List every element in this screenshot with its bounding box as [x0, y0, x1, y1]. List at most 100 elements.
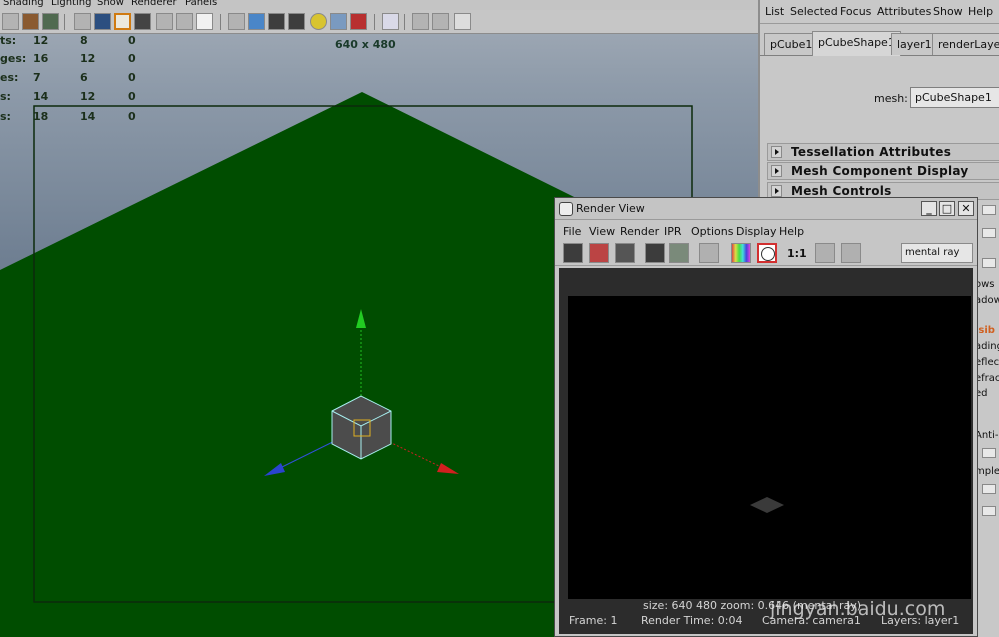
rendered-cube-shadow	[750, 497, 784, 513]
bookmark-icon[interactable]	[22, 13, 39, 30]
menu-focus[interactable]: Focus	[840, 5, 871, 18]
shadows-icon[interactable]	[330, 13, 347, 30]
attr-label-fragment: mple	[975, 466, 999, 477]
attr-label-fragment: efrac	[975, 373, 999, 384]
toolbar-separator	[374, 14, 375, 30]
keep-image-icon[interactable]	[815, 243, 835, 263]
hud-row: s: 18 14 0	[0, 110, 136, 123]
textured-icon[interactable]	[288, 13, 305, 30]
snapshot-camera-icon[interactable]	[615, 243, 635, 263]
frame-info: Frame: 1	[569, 614, 618, 627]
menu-list[interactable]: List	[765, 5, 784, 18]
node-tabs: pCube1 pCubeShape1 layer1 renderLayerM	[760, 30, 999, 56]
tab-layer1[interactable]: layer1	[891, 33, 938, 55]
render-view-menubar: File View Render IPR Options Display Hel…	[555, 222, 977, 240]
grid-icon[interactable]	[74, 13, 91, 30]
attr-label-fragment: eflec	[975, 357, 999, 368]
toolbar-separator	[64, 14, 65, 30]
select-camera-icon[interactable]	[2, 13, 19, 30]
remove-image-icon[interactable]	[841, 243, 861, 263]
mesh-name-field[interactable]: pCubeShape1	[910, 87, 999, 108]
isolate-select-icon[interactable]	[382, 13, 399, 30]
rendered-image	[568, 296, 971, 599]
image-plane-icon[interactable]	[42, 13, 59, 30]
render-settings-icon[interactable]	[699, 243, 719, 263]
resolution-gate-label: 640 x 480	[335, 38, 396, 51]
window-title: Render View	[576, 202, 645, 215]
menu-show[interactable]: Show	[97, 0, 124, 8]
attr-label-fragment: Anti-a	[975, 430, 999, 441]
expand-arrow-icon[interactable]	[771, 165, 782, 177]
menu-selected[interactable]: Selected	[790, 5, 838, 18]
rgb-channels-icon[interactable]	[731, 243, 751, 263]
renderer-select[interactable]: mental ray	[901, 243, 973, 263]
attr-slider-handle[interactable]	[982, 506, 996, 516]
smooth-shade-icon[interactable]	[248, 13, 265, 30]
redo-render-icon[interactable]	[563, 243, 583, 263]
menu-shading[interactable]: Shading	[3, 0, 44, 8]
menu-renderer[interactable]: Renderer	[131, 0, 177, 8]
mesh-label: mesh:	[874, 92, 908, 105]
attr-label-fragment: ading	[975, 341, 999, 352]
hud-row: es: 7 6 0	[0, 71, 136, 84]
tab-pcubeshape1[interactable]: pCubeShape1	[812, 31, 901, 56]
viewport-menubar: Shading Lighting Show Renderer Panels	[0, 0, 758, 10]
expand-arrow-icon[interactable]	[771, 146, 782, 158]
menu-lighting[interactable]: Lighting	[51, 0, 91, 8]
attr-label-fragment: adow	[975, 295, 999, 306]
render-view-titlebar[interactable]: Render View _ □ ✕	[555, 198, 977, 220]
attr-checkbox[interactable]	[982, 228, 996, 238]
close-button[interactable]: ✕	[958, 201, 974, 216]
attr-checkbox[interactable]	[982, 258, 996, 268]
film-gate-icon[interactable]	[94, 13, 111, 30]
ipr-refresh-icon[interactable]	[669, 243, 689, 263]
toolbar-separator	[404, 14, 405, 30]
xray-icon[interactable]	[412, 13, 429, 30]
field-chart-icon[interactable]	[156, 13, 173, 30]
tab-renderlayer[interactable]: renderLayerM	[932, 33, 999, 55]
maximize-button[interactable]: □	[939, 201, 955, 216]
expand-arrow-icon[interactable]	[771, 185, 782, 197]
render-view-window[interactable]: Render View _ □ ✕ File View Render IPR O…	[554, 197, 978, 637]
high-quality-icon[interactable]	[350, 13, 367, 30]
watermark: jingyan.baidu.com	[770, 598, 946, 620]
menu-help[interactable]: Help	[968, 5, 993, 18]
hud-icon[interactable]	[454, 13, 471, 30]
safe-title-icon[interactable]	[196, 13, 213, 30]
pause-icon[interactable]	[877, 243, 891, 263]
menu-ipr[interactable]: IPR	[664, 225, 682, 238]
alpha-channel-icon[interactable]	[757, 243, 777, 263]
menu-options[interactable]: Options	[691, 225, 733, 238]
attr-slider-handle[interactable]	[982, 448, 996, 458]
hud-row: ges: 16 12 0	[0, 52, 136, 65]
menu-file[interactable]: File	[563, 225, 581, 238]
maya-app-icon	[559, 202, 573, 216]
menu-help[interactable]: Help	[779, 225, 804, 238]
tab-pcube1[interactable]: pCube1	[764, 33, 819, 55]
menu-render[interactable]: Render	[620, 225, 659, 238]
attr-slider-handle[interactable]	[982, 484, 996, 494]
menu-attributes[interactable]: Attributes	[877, 5, 931, 18]
menu-view[interactable]: View	[589, 225, 615, 238]
resolution-gate-icon[interactable]	[114, 13, 131, 30]
gate-mask-icon[interactable]	[134, 13, 151, 30]
render-canvas[interactable]: size: 640 480 zoom: 0.646 (mental ray) F…	[559, 268, 973, 634]
render-region-icon[interactable]	[589, 243, 609, 263]
menu-show[interactable]: Show	[933, 5, 963, 18]
section-mesh-component-display[interactable]: Mesh Component Display	[767, 162, 999, 180]
menu-display[interactable]: Display	[736, 225, 777, 238]
viewport-toolbar	[0, 10, 758, 34]
hud-row: ts: 12 8 0	[0, 34, 136, 47]
use-lights-icon[interactable]	[310, 13, 327, 30]
hud-row: s: 14 12 0	[0, 90, 136, 103]
section-tessellation-attributes[interactable]: Tessellation Attributes	[767, 143, 999, 161]
attr-checkbox[interactable]	[982, 205, 996, 215]
menu-panels[interactable]: Panels	[185, 0, 217, 8]
real-size-button[interactable]: 1:1	[787, 247, 807, 260]
wireframe-icon[interactable]	[228, 13, 245, 30]
ipr-render-icon[interactable]	[645, 243, 665, 263]
wireframe-on-shaded-icon[interactable]	[268, 13, 285, 30]
minimize-button[interactable]: _	[921, 201, 937, 216]
safe-action-icon[interactable]	[176, 13, 193, 30]
xray-joints-icon[interactable]	[432, 13, 449, 30]
